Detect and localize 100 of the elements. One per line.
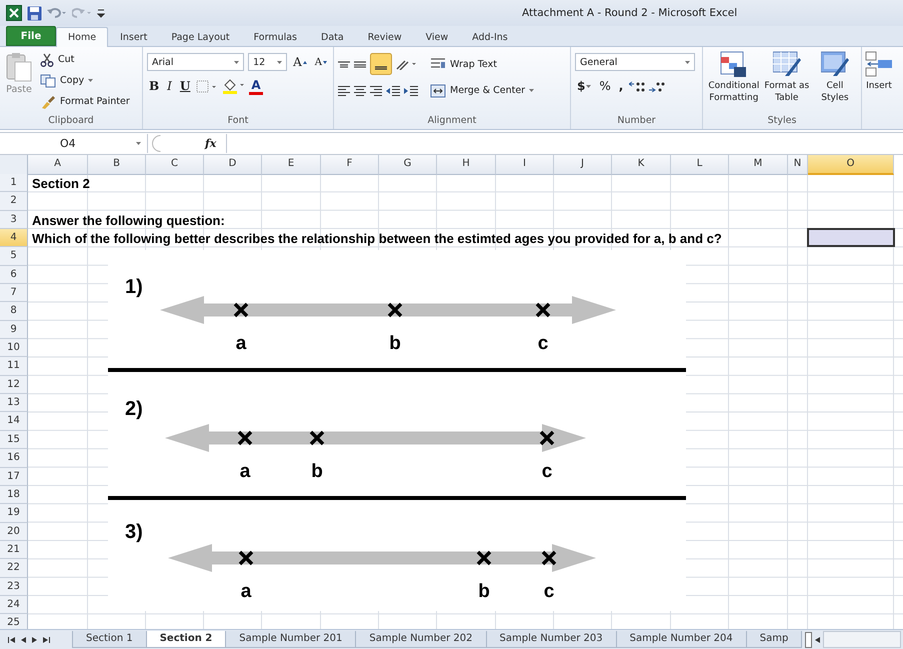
shrink-font-button[interactable]: A: [312, 53, 329, 71]
column-header[interactable]: B: [88, 155, 146, 175]
ribbon-tab[interactable]: Data: [309, 27, 356, 47]
sheet-tab[interactable]: Sample Number 203: [486, 630, 617, 648]
first-sheet-icon[interactable]: [8, 636, 15, 642]
wrap-text-button[interactable]: Wrap Text: [428, 54, 499, 74]
column-header[interactable]: M: [729, 155, 788, 175]
row-header[interactable]: 5: [0, 247, 28, 266]
file-tab[interactable]: File: [6, 26, 56, 46]
grow-font-button[interactable]: A: [291, 53, 309, 71]
row-header[interactable]: 10: [0, 339, 28, 358]
row-header[interactable]: 12: [0, 376, 28, 394]
styles-button[interactable]: Cell Styles: [810, 51, 859, 115]
styles-button[interactable]: Conditional Formatting: [705, 51, 763, 115]
scroll-left-icon[interactable]: [815, 636, 820, 642]
row-header[interactable]: 24: [0, 596, 28, 614]
row-header[interactable]: 3: [0, 210, 28, 230]
row-header[interactable]: 1: [0, 174, 28, 192]
bottom-align-icon[interactable]: [370, 53, 392, 75]
bold-button[interactable]: B: [147, 77, 162, 95]
ribbon-tab[interactable]: Insert: [108, 27, 160, 47]
row-header[interactable]: 2: [0, 192, 28, 211]
number-format-field[interactable]: General: [575, 53, 695, 71]
column-header[interactable]: A: [28, 155, 88, 175]
sheet-tab[interactable]: Samp: [746, 630, 802, 648]
column-header[interactable]: C: [146, 155, 204, 175]
column-header[interactable]: O: [808, 155, 894, 175]
row-header[interactable]: 21: [0, 540, 28, 560]
styles-button[interactable]: Format as Table: [762, 51, 811, 115]
row-header[interactable]: 18: [0, 486, 28, 504]
row-header[interactable]: 7: [0, 284, 28, 302]
tab-split-handle[interactable]: [805, 632, 812, 648]
row-header[interactable]: 20: [0, 522, 28, 541]
row-header[interactable]: 23: [0, 578, 28, 596]
ribbon-tab[interactable]: View: [414, 27, 460, 47]
row-header[interactable]: 22: [0, 559, 28, 578]
increase-decimal-icon[interactable]: [629, 80, 646, 92]
column-header[interactable]: I: [496, 155, 554, 175]
sheet-tab[interactable]: Sample Number 202: [355, 630, 487, 648]
font-color-button[interactable]: A: [249, 78, 263, 94]
next-sheet-icon[interactable]: [32, 636, 37, 642]
active-cell[interactable]: [807, 228, 895, 248]
decrease-indent-icon[interactable]: [386, 86, 400, 96]
row-header[interactable]: 4: [0, 229, 28, 248]
sheet-tab[interactable]: Sample Number 201: [225, 630, 356, 648]
column-header[interactable]: F: [321, 155, 379, 175]
column-header[interactable]: H: [437, 155, 496, 175]
previous-sheet-icon[interactable]: [21, 636, 26, 642]
name-box[interactable]: O4: [0, 134, 148, 153]
column-header[interactable]: E: [262, 155, 321, 175]
save-icon[interactable]: [27, 6, 42, 20]
row-header[interactable]: 13: [0, 394, 28, 412]
underline-button[interactable]: U: [178, 77, 192, 95]
copy-button[interactable]: Copy: [38, 71, 132, 90]
align-left-icon[interactable]: [338, 86, 350, 96]
merge-center-button[interactable]: Merge & Center: [428, 81, 536, 100]
decrease-decimal-icon[interactable]: [649, 80, 666, 92]
increase-indent-icon[interactable]: [404, 86, 418, 96]
comma-button[interactable]: ,: [616, 77, 626, 95]
column-header[interactable]: K: [612, 155, 671, 175]
row-header[interactable]: 25: [0, 614, 28, 629]
column-header[interactable]: D: [204, 155, 262, 175]
horizontal-scrollbar[interactable]: [823, 631, 901, 648]
top-align-icon[interactable]: [338, 60, 350, 68]
sheet-tab[interactable]: Sample Number 204: [616, 630, 747, 648]
ribbon-tab[interactable]: Add-Ins: [460, 27, 520, 47]
column-header[interactable]: L: [671, 155, 729, 175]
align-center-icon[interactable]: [354, 86, 366, 96]
text-orientation-icon[interactable]: [396, 58, 418, 70]
row-header[interactable]: 16: [0, 449, 28, 468]
column-header[interactable]: N: [788, 155, 808, 175]
column-header[interactable]: G: [379, 155, 437, 175]
customize-toolbar-icon[interactable]: [97, 7, 105, 19]
row-header[interactable]: 14: [0, 412, 28, 431]
font-size-field[interactable]: 12: [248, 53, 288, 71]
ribbon-tab[interactable]: Page Layout: [159, 27, 242, 47]
middle-align-icon[interactable]: [354, 60, 366, 68]
sheet-tab[interactable]: Section 2: [146, 630, 226, 648]
column-header[interactable]: J: [554, 155, 612, 175]
sheet-tab[interactable]: Section 1: [72, 630, 147, 648]
ribbon-tab[interactable]: Home: [56, 27, 108, 47]
row-header[interactable]: 9: [0, 320, 28, 340]
italic-button[interactable]: I: [165, 77, 174, 95]
align-right-icon[interactable]: [370, 86, 382, 96]
font-name-field[interactable]: Arial: [147, 53, 244, 71]
currency-button[interactable]: $: [575, 77, 594, 95]
cut-button[interactable]: Cut: [38, 50, 132, 69]
fill-color-icon[interactable]: [222, 78, 246, 94]
row-header[interactable]: 15: [0, 430, 28, 450]
ribbon-tab[interactable]: Review: [356, 27, 414, 47]
row-header[interactable]: 17: [0, 468, 28, 486]
row-header[interactable]: 6: [0, 266, 28, 284]
row-header[interactable]: 8: [0, 302, 28, 321]
insert-function-button[interactable]: fx: [205, 137, 216, 150]
row-header[interactable]: 19: [0, 504, 28, 523]
percent-button[interactable]: %: [597, 77, 613, 95]
ribbon-tab[interactable]: Formulas: [242, 27, 310, 47]
last-sheet-icon[interactable]: [43, 636, 50, 642]
format-painter-button[interactable]: Format Painter: [38, 92, 132, 111]
row-header[interactable]: 11: [0, 357, 28, 376]
